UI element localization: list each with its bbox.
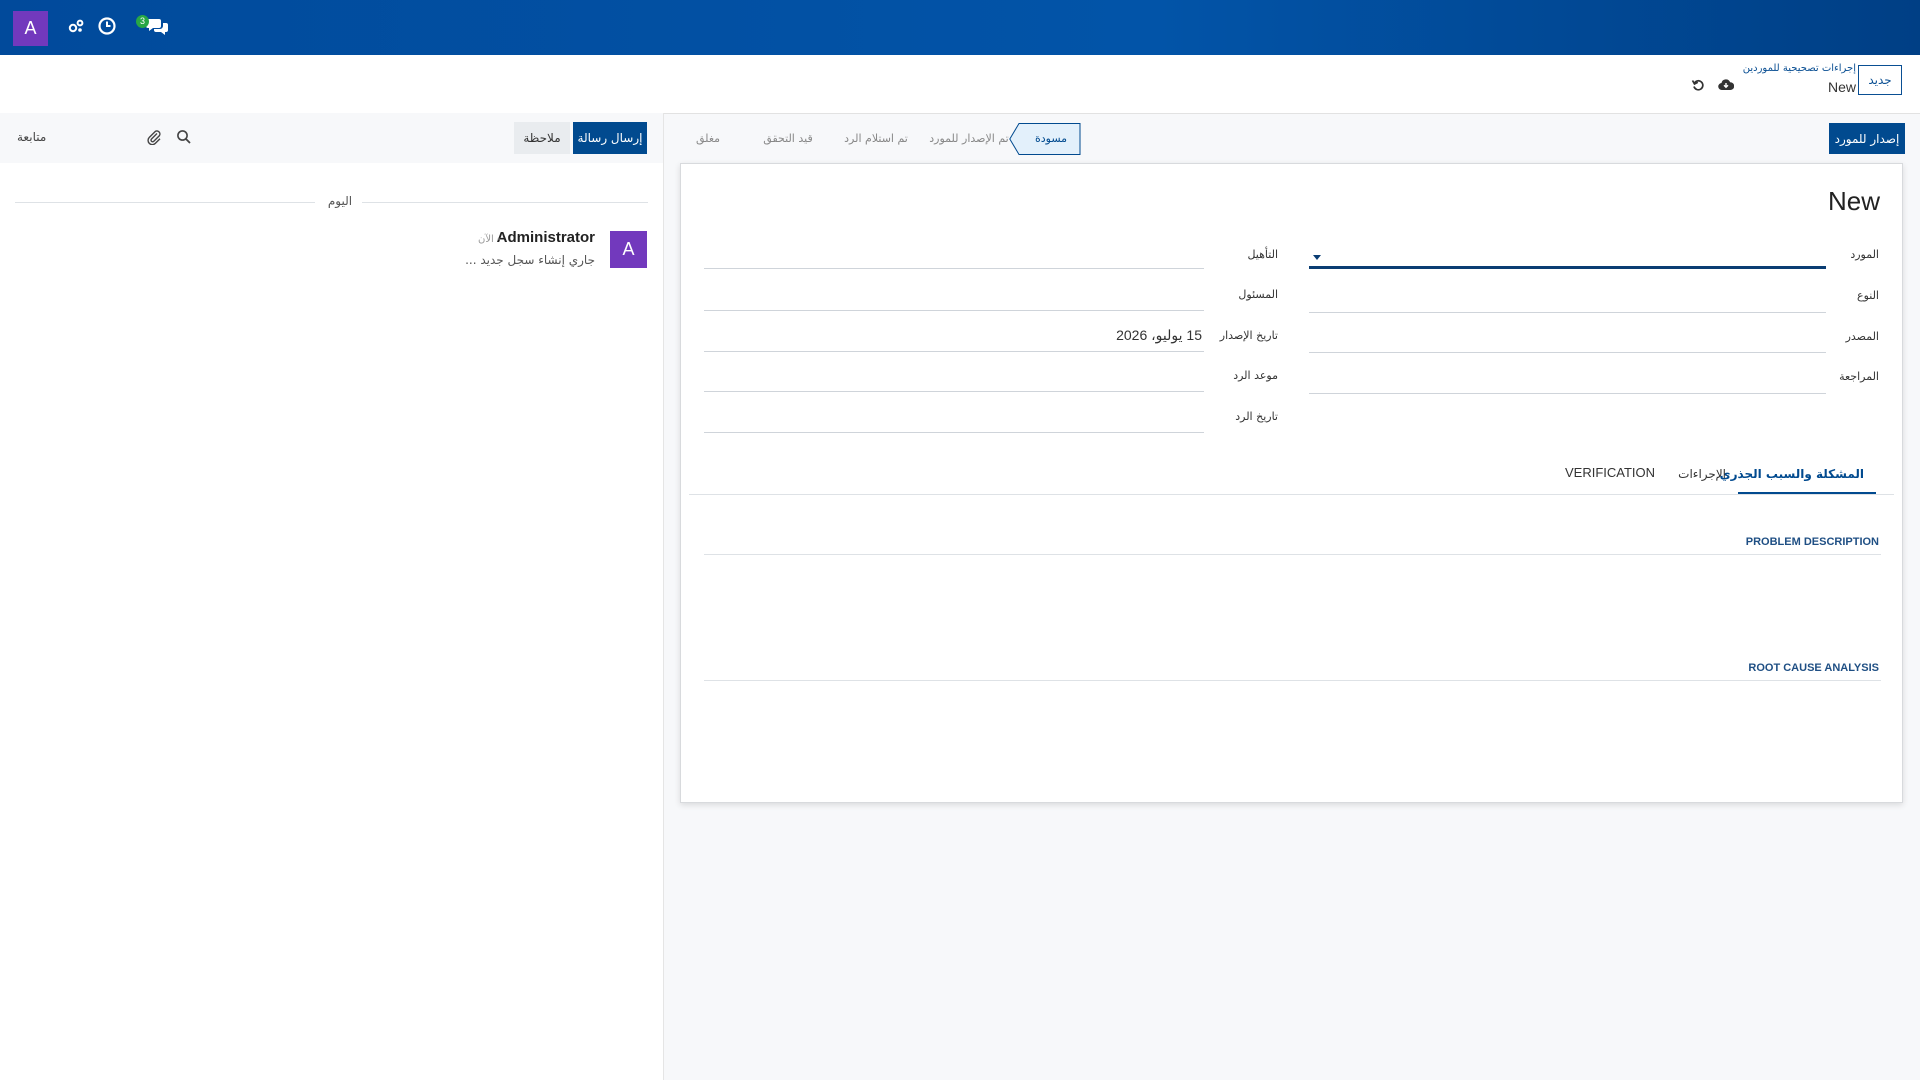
response-deadline-label: موعد الرد — [1233, 369, 1278, 382]
date-separator-line — [15, 202, 315, 203]
activity-icon[interactable] — [64, 14, 88, 38]
messages-count-badge: 3 — [136, 15, 149, 28]
form-statusbar: إصدار للمورد مسودة تم الإصدار للمورد تم … — [680, 113, 1920, 163]
record-title: New — [1827, 186, 1880, 216]
problem-description-divider — [704, 554, 1881, 555]
message-time: - الآن — [478, 234, 501, 245]
type-field[interactable] — [1309, 312, 1826, 313]
problem-description-heading: PROBLEM DESCRIPTION — [1745, 536, 1879, 548]
supplier-field[interactable] — [1309, 266, 1826, 269]
response-deadline-field[interactable] — [704, 391, 1204, 392]
stage-response-received[interactable]: تم استلام الرد — [832, 123, 920, 154]
root-cause-analysis-divider — [704, 680, 1881, 681]
responsible-field[interactable] — [704, 310, 1204, 311]
form-sheet: New المورد النوع المصدر المراجعة التأهيل… — [680, 163, 1903, 803]
responsible-label: المسئول — [1238, 288, 1278, 301]
issue-to-supplier-button[interactable]: إصدار للمورد — [1829, 123, 1905, 154]
response-date-field[interactable] — [704, 432, 1204, 433]
message-author-name[interactable]: Administrator — [497, 229, 595, 246]
log-note-button[interactable]: ملاحظة — [514, 122, 570, 154]
source-label: المصدر — [1845, 330, 1879, 343]
issue-date-label: تاريخ الإصدار — [1219, 329, 1278, 342]
user-avatar[interactable]: A — [13, 11, 48, 46]
issue-date-field[interactable] — [704, 351, 1204, 352]
review-label: المراجعة — [1839, 370, 1879, 383]
attachment-icon[interactable] — [145, 128, 163, 146]
follow-button[interactable]: متابعة — [17, 130, 46, 144]
active-tab-indicator — [1738, 492, 1876, 494]
tabs-divider — [689, 494, 1894, 495]
source-field[interactable] — [1309, 352, 1826, 353]
send-message-button[interactable]: إرسال رسالة — [573, 122, 647, 154]
search-icon[interactable] — [175, 128, 193, 146]
breadcrumb-parent[interactable]: إجراءات تصحيحية للموردين — [1743, 63, 1856, 74]
message-body: جاري إنشاء سجل جديد ... — [465, 253, 595, 267]
qualification-field[interactable] — [704, 268, 1204, 269]
supplier-label: المورد — [1850, 248, 1879, 261]
new-record-button[interactable]: جديد — [1858, 65, 1902, 95]
stage-closed[interactable]: مغلق — [680, 123, 736, 154]
clock-icon[interactable] — [95, 14, 119, 38]
tab-actions[interactable]: الإجراءات — [1678, 467, 1726, 495]
top-navbar: A 3 — [0, 0, 1920, 55]
type-label: النوع — [1857, 289, 1879, 302]
discard-icon[interactable] — [1690, 77, 1706, 93]
review-field[interactable] — [1309, 393, 1826, 394]
root-cause-analysis-heading: ROOT CAUSE ANALYSIS — [1748, 662, 1879, 674]
tab-verification[interactable]: VERIFICATION — [1565, 465, 1655, 493]
issue-date-value[interactable]: 15 يوليو، 2026 — [1116, 327, 1202, 344]
chatter-panel: متابعة ملاحظة إرسال رسالة اليوم A Admini… — [0, 113, 664, 1080]
chevron-down-icon[interactable] — [1313, 255, 1321, 260]
control-panel: جديد إجراءات تصحيحية للموردين New — [0, 55, 1920, 114]
cloud-save-icon[interactable] — [1718, 77, 1734, 93]
stage-under-verification[interactable]: قيد التحقق — [748, 123, 828, 154]
breadcrumb-current: New — [1827, 79, 1856, 95]
date-separator-label: اليوم — [327, 194, 353, 208]
tab-problem-root-cause[interactable]: المشكلة والسبب الجذري — [1720, 467, 1864, 495]
chatter-toolbar: متابعة ملاحظة إرسال رسالة — [0, 113, 663, 163]
qualification-label: التأهيل — [1247, 248, 1278, 261]
date-separator-line — [362, 202, 648, 203]
message-author-avatar[interactable]: A — [610, 231, 647, 268]
response-date-label: تاريخ الرد — [1235, 410, 1278, 423]
stage-issued-to-supplier[interactable]: تم الإصدار للمورد — [925, 123, 1013, 154]
stage-draft[interactable]: مسودة — [1023, 123, 1079, 154]
